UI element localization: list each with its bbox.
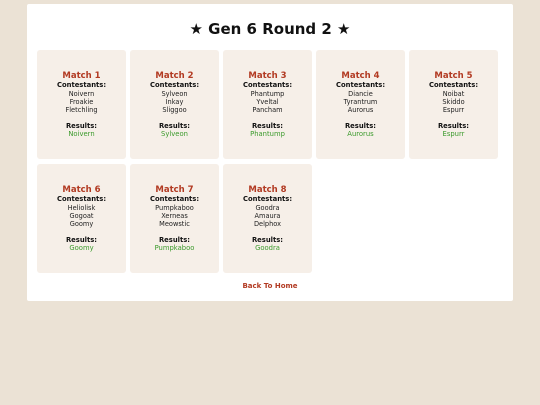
match-result: Noivern [68, 130, 95, 138]
contestant-name: Sliggoo [162, 105, 187, 114]
contestant-name: Tyrantrum [343, 97, 378, 106]
match-result: Goodra [255, 244, 280, 252]
contestant-name: Skiddo [442, 97, 465, 106]
contestant-name: Phantump [250, 89, 285, 98]
match-title: Match 7 [155, 185, 194, 195]
match-card-1: Match 1 Contestants: Noivern Froakie Fle… [37, 50, 126, 159]
contestants-label: Contestants: [242, 195, 293, 203]
contestant-name: Goomy [69, 219, 94, 228]
contestants-list: Diancie Tyrantrum Aurorus [316, 90, 405, 114]
contestant-name: Amaura [254, 211, 281, 220]
contestant-name: Diancie [348, 89, 373, 98]
contestants-label: Contestants: [335, 81, 386, 89]
match-title: Match 3 [248, 71, 287, 81]
contestant-name: Aurorus [347, 105, 374, 114]
contestant-name: Pancham [252, 105, 283, 114]
match-card-4: Match 4 Contestants: Diancie Tyrantrum A… [316, 50, 405, 159]
contestants-list: Noivern Froakie Fletchling [37, 90, 126, 114]
contestants-list: Sylveon Inkay Sliggoo [130, 90, 219, 114]
contestant-name: Inkay [165, 97, 184, 106]
results-label: Results: [344, 122, 377, 130]
match-title: Match 4 [341, 71, 380, 81]
match-card-8: Match 8 Contestants: Goodra Amaura Delph… [223, 164, 312, 273]
results-label: Results: [251, 122, 284, 130]
contestant-name: Pumpkaboo [155, 203, 194, 212]
contestant-name: Heliolisk [67, 203, 96, 212]
contestants-label: Contestants: [428, 81, 479, 89]
match-result: Pumpkaboo [154, 244, 195, 252]
page-title: ★ Gen 6 Round 2 ★ [189, 20, 351, 38]
results-label: Results: [251, 236, 284, 244]
match-result: Sylveon [161, 130, 188, 138]
contestant-name: Yveltal [256, 97, 279, 106]
match-card-3: Match 3 Contestants: Phantump Yveltal Pa… [223, 50, 312, 159]
contestants-list: Goodra Amaura Delphox [223, 204, 312, 228]
match-card-5: Match 5 Contestants: Noibat Skiddo Espur… [409, 50, 498, 159]
match-card-2: Match 2 Contestants: Sylveon Inkay Sligg… [130, 50, 219, 159]
match-card-7: Match 7 Contestants: Pumpkaboo Xerneas M… [130, 164, 219, 273]
contestants-label: Contestants: [56, 81, 107, 89]
match-title: Match 5 [434, 71, 473, 81]
contestant-name: Noibat [442, 89, 465, 98]
contestant-name: Espurr [442, 105, 465, 114]
match-title: Match 8 [248, 185, 287, 195]
back-to-home-link[interactable]: Back To Home [27, 282, 513, 290]
contestants-label: Contestants: [242, 81, 293, 89]
results-label: Results: [158, 122, 191, 130]
main-panel: ★ Gen 6 Round 2 ★ Match 1 Contestants: N… [27, 4, 513, 301]
match-card-6: Match 6 Contestants: Heliolisk Gogoat Go… [37, 164, 126, 273]
results-label: Results: [437, 122, 470, 130]
contestant-name: Fletchling [65, 105, 98, 114]
match-title: Match 6 [62, 185, 101, 195]
match-title: Match 1 [62, 71, 101, 81]
contestant-name: Noivern [68, 89, 95, 98]
contestant-name: Sylveon [161, 89, 188, 98]
results-label: Results: [65, 122, 98, 130]
contestant-name: Delphox [253, 219, 282, 228]
contestants-label: Contestants: [149, 81, 200, 89]
contestants-list: Heliolisk Gogoat Goomy [37, 204, 126, 228]
contestants-label: Contestants: [149, 195, 200, 203]
contestants-list: Noibat Skiddo Espurr [409, 90, 498, 114]
contestant-name: Goodra [255, 203, 280, 212]
match-result: Aurorus [347, 130, 374, 138]
contestants-list: Pumpkaboo Xerneas Meowstic [130, 204, 219, 228]
results-label: Results: [158, 236, 191, 244]
contestant-name: Gogoat [69, 211, 94, 220]
match-result: Phantump [250, 130, 285, 138]
contestant-name: Meowstic [159, 219, 190, 228]
results-label: Results: [65, 236, 98, 244]
contestants-label: Contestants: [56, 195, 107, 203]
match-result: Espurr [442, 130, 465, 138]
contestants-list: Phantump Yveltal Pancham [223, 90, 312, 114]
contestant-name: Xerneas [161, 211, 188, 220]
contestant-name: Froakie [69, 97, 94, 106]
match-result: Goomy [69, 244, 94, 252]
match-title: Match 2 [155, 71, 194, 81]
